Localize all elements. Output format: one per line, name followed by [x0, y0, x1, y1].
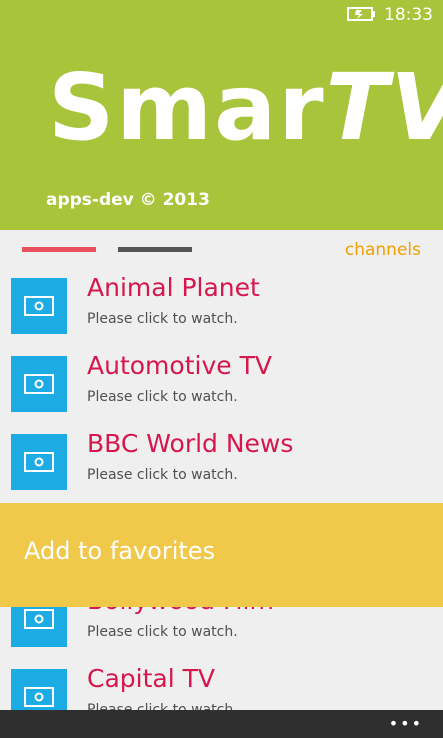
channel-item[interactable]: BBC World News Please click to watch. — [0, 429, 443, 512]
app-title: SmarTV — [48, 62, 443, 154]
pivot-indicator-inactive[interactable] — [118, 247, 192, 252]
app-title-tv: TV — [325, 54, 443, 161]
status-time: 18:33 — [384, 5, 433, 25]
app-header: 18:33 SmarTV apps-dev © 2013 — [0, 0, 443, 230]
copyright-text: apps-dev © 2013 — [46, 190, 210, 210]
channel-item[interactable]: Animal Planet Please click to watch. — [0, 273, 443, 356]
tv-tile-icon — [11, 356, 67, 412]
battery-charging-icon — [347, 7, 375, 21]
pivot-indicator-active[interactable] — [22, 247, 96, 252]
more-options-icon[interactable]: ••• — [389, 716, 423, 732]
channel-subtitle: Please click to watch. — [87, 467, 238, 483]
channel-name: BBC World News — [87, 429, 294, 458]
channel-subtitle: Please click to watch. — [87, 389, 238, 405]
channel-name: Animal Planet — [87, 273, 260, 302]
channel-subtitle: Please click to watch. — [87, 311, 238, 327]
channel-name: Capital TV — [87, 664, 215, 693]
context-menu: Add to favorites — [0, 503, 443, 607]
add-to-favorites-menu-item[interactable]: Add to favorites — [24, 537, 215, 565]
app-title-main: Smar — [48, 54, 326, 161]
channel-item[interactable]: Automotive TV Please click to watch. — [0, 351, 443, 434]
channel-name: Automotive TV — [87, 351, 272, 380]
app-bar: ••• — [0, 710, 443, 738]
tv-tile-icon — [11, 278, 67, 334]
pivot-header-channels[interactable]: channels — [345, 240, 421, 260]
channel-subtitle: Please click to watch. — [87, 624, 238, 640]
tv-tile-icon — [11, 434, 67, 490]
